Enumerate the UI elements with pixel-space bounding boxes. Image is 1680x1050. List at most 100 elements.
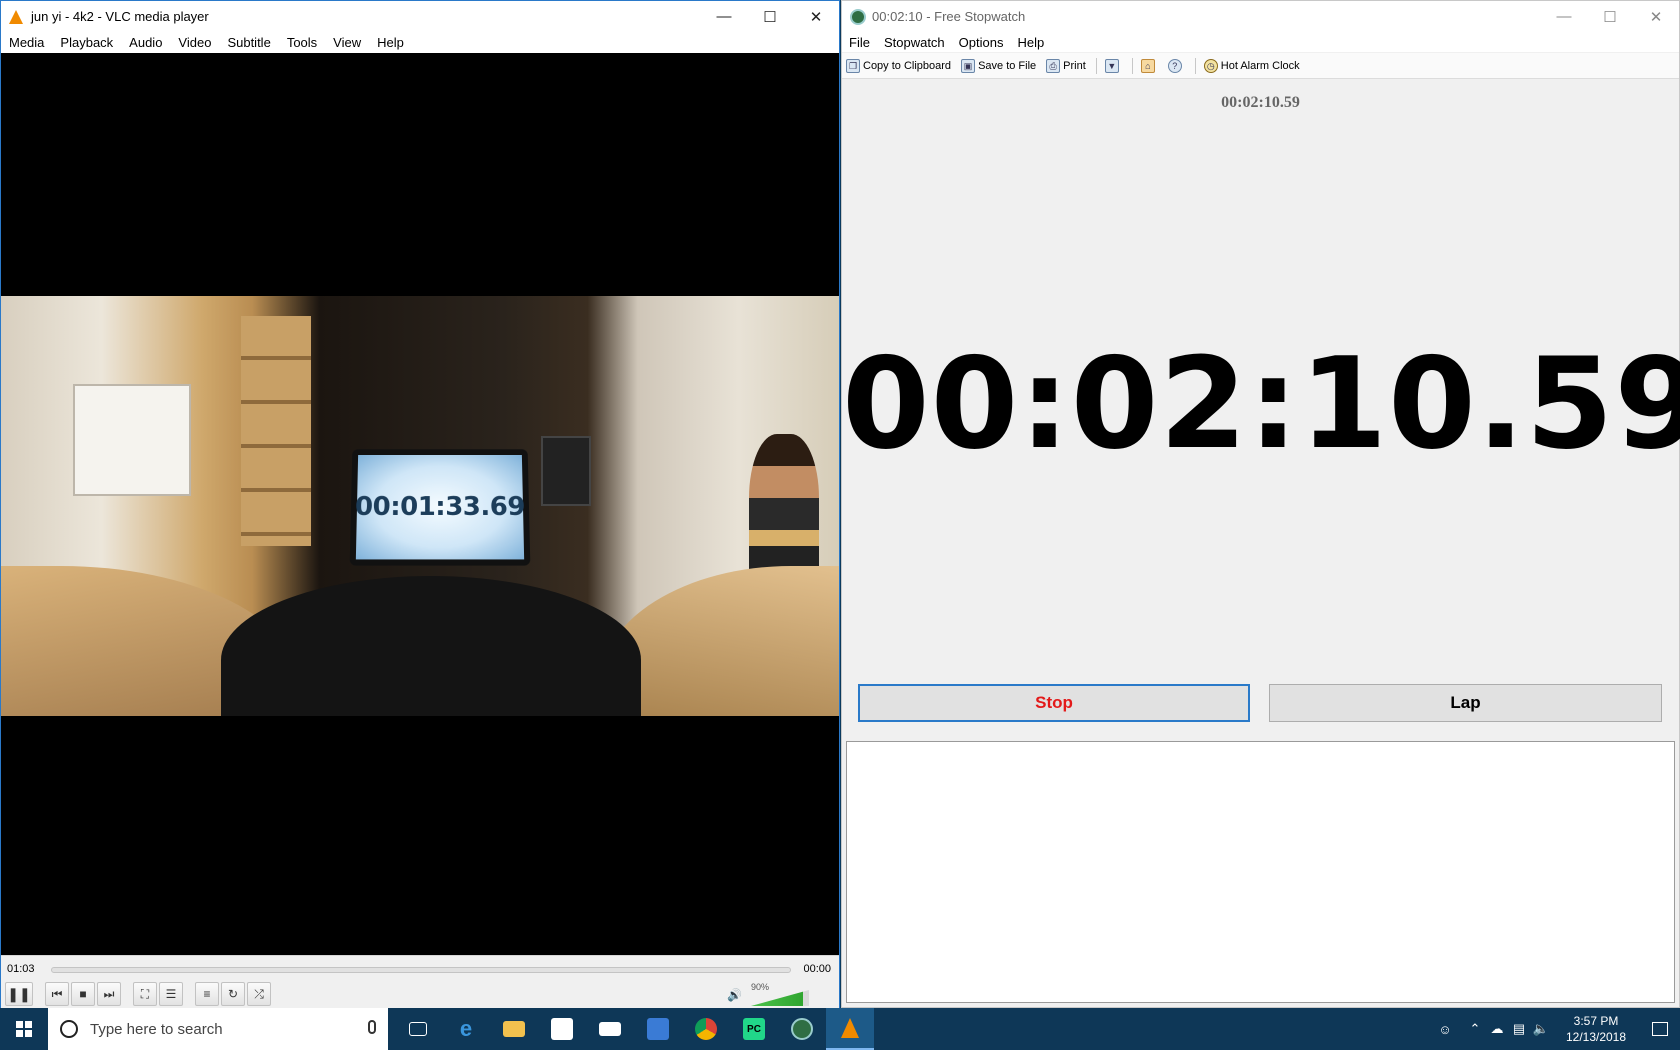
shuffle-button[interactable]: ⤮	[247, 982, 271, 1006]
home-button[interactable]: ⌂	[1140, 58, 1158, 73]
task-view-icon	[409, 1022, 427, 1036]
mail-app[interactable]	[586, 1008, 634, 1050]
small-time-display: 00:02:10.59	[1221, 94, 1300, 111]
sliders-icon: ☰	[165, 987, 177, 1001]
network-icon[interactable]: ▤	[1508, 1021, 1530, 1037]
edge-app[interactable]: e	[442, 1008, 490, 1050]
volume-slider[interactable]	[751, 990, 809, 1006]
pycharm-icon: PC	[743, 1018, 765, 1040]
vlc-title-bar[interactable]: jun yi - 4k2 - VLC media player — ☐ ✕	[1, 1, 839, 32]
stop-button[interactable]: Stop	[858, 684, 1250, 722]
previous-button[interactable]: ⏮	[45, 982, 69, 1006]
lap-button[interactable]: Lap	[1269, 684, 1662, 722]
people-icon[interactable]: ☺	[1434, 1022, 1456, 1037]
menu-options[interactable]: Options	[952, 35, 1011, 50]
playlist-icon: ≡	[203, 987, 211, 1001]
system-tray: ☺ ⌃ ☁ ▤ 🔈 3:57 PM 12/13/2018	[1434, 1008, 1680, 1050]
cortana-icon	[60, 1020, 78, 1038]
microphone-icon[interactable]	[368, 1020, 376, 1034]
video-area[interactable]: 00:01:33.69	[1, 53, 839, 955]
filter-button[interactable]: ▼	[1104, 58, 1122, 73]
big-time-display: 00:02:10.59	[842, 330, 1680, 477]
playback-buttons: ❚❚ ⏮ ■ ⏭ ⛶ ☰ ≡ ↻ ⤮	[5, 982, 273, 1006]
print-icon: ⎙	[1046, 58, 1061, 73]
help-icon: ?	[1167, 58, 1182, 73]
stopwatch-window: 00:02:10 - Free Stopwatch — ☐ ✕ File Sto…	[841, 0, 1680, 1008]
copy-to-clipboard-button[interactable]: ❐ Copy to Clipboard	[846, 58, 952, 73]
seek-bar[interactable]	[51, 967, 791, 973]
file-explorer-app[interactable]	[490, 1008, 538, 1050]
menu-help[interactable]: Help	[1010, 35, 1051, 50]
chrome-icon	[695, 1018, 717, 1040]
loop-button[interactable]: ↻	[221, 982, 245, 1006]
taskbar-clock[interactable]: 3:57 PM 12/13/2018	[1556, 1013, 1636, 1045]
hot-alarm-clock-button[interactable]: ◷ Hot Alarm Clock	[1203, 58, 1300, 73]
volume-control[interactable]: 🔊 90%	[721, 982, 821, 1006]
menu-subtitle[interactable]: Subtitle	[219, 35, 278, 50]
vlc-menu-bar: Media Playback Audio Video Subtitle Tool…	[1, 32, 839, 53]
menu-playback[interactable]: Playback	[52, 35, 121, 50]
pause-button[interactable]: ❚❚	[5, 982, 33, 1006]
toolbar-separator	[1095, 57, 1097, 74]
print-button[interactable]: ⎙ Print	[1046, 58, 1086, 73]
maximize-button[interactable]: ☐	[1587, 1, 1633, 32]
stop-icon: ■	[79, 987, 87, 1001]
copy-label: Copy to Clipboard	[863, 59, 952, 72]
menu-video[interactable]: Video	[170, 35, 219, 50]
fullscreen-button[interactable]: ⛶	[133, 982, 157, 1006]
vlc-controls: 01:03 00:00 ❚❚ ⏮ ■ ⏭ ⛶ ☰ ≡ ↻ ⤮ 🔊 90%	[1, 955, 839, 1009]
stop-button[interactable]: ■	[71, 982, 95, 1006]
pinned-app[interactable]	[634, 1008, 682, 1050]
close-button[interactable]: ✕	[793, 1, 839, 32]
task-view-button[interactable]	[394, 1008, 442, 1050]
speaker-icon: 🔊	[727, 988, 742, 1002]
vlc-window-title: jun yi - 4k2 - VLC media player	[31, 9, 209, 24]
action-center-button[interactable]	[1640, 1008, 1680, 1050]
volume-icon[interactable]: 🔈	[1530, 1021, 1552, 1037]
chrome-app[interactable]	[682, 1008, 730, 1050]
menu-audio[interactable]: Audio	[121, 35, 170, 50]
menu-stopwatch[interactable]: Stopwatch	[877, 35, 952, 50]
loop-icon: ↻	[227, 987, 239, 1001]
extended-settings-button[interactable]: ☰	[159, 982, 183, 1006]
lap-list[interactable]	[846, 741, 1675, 1003]
home-icon: ⌂	[1140, 58, 1155, 73]
minimize-button[interactable]: —	[1541, 1, 1587, 32]
folder-icon	[503, 1021, 525, 1037]
store-app[interactable]	[538, 1008, 586, 1050]
taskbar-search[interactable]: Type here to search	[48, 1008, 388, 1050]
start-button[interactable]	[0, 1008, 48, 1050]
next-button[interactable]: ⏭	[97, 982, 121, 1006]
show-hidden-icons-chevron-icon[interactable]: ⌃	[1464, 1021, 1486, 1037]
save-label: Save to File	[978, 59, 1037, 72]
vlc-app[interactable]	[826, 1008, 874, 1050]
pycharm-app[interactable]: PC	[730, 1008, 778, 1050]
volume-level	[751, 990, 804, 1006]
search-placeholder: Type here to search	[90, 1020, 223, 1038]
toolbar-separator	[1131, 57, 1133, 74]
vlc-window: jun yi - 4k2 - VLC media player — ☐ ✕ Me…	[0, 0, 840, 1009]
onedrive-cloud-icon[interactable]: ☁	[1486, 1021, 1508, 1037]
menu-media[interactable]: Media	[1, 35, 52, 50]
stopwatch-title-bar[interactable]: 00:02:10 - Free Stopwatch — ☐ ✕	[842, 1, 1679, 32]
video-monitor	[541, 436, 591, 506]
save-icon: ▣	[961, 58, 976, 73]
maximize-button[interactable]: ☐	[747, 1, 793, 32]
close-button[interactable]: ✕	[1633, 1, 1679, 32]
shuffle-icon: ⤮	[254, 986, 264, 1001]
stopwatch-menu-bar: File Stopwatch Options Help	[842, 32, 1679, 52]
elapsed-time: 01:03	[7, 963, 35, 975]
menu-view[interactable]: View	[325, 35, 369, 50]
previous-icon: ⏮	[51, 986, 63, 1001]
minimize-button[interactable]: —	[701, 1, 747, 32]
menu-file[interactable]: File	[842, 35, 877, 50]
help-button[interactable]: ?	[1167, 58, 1185, 73]
playlist-button[interactable]: ≡	[195, 982, 219, 1006]
clock-time: 3:57 PM	[1573, 1014, 1619, 1028]
menu-tools[interactable]: Tools	[279, 35, 325, 50]
notification-icon	[1652, 1022, 1668, 1036]
menu-help[interactable]: Help	[369, 35, 412, 50]
save-to-file-button[interactable]: ▣ Save to File	[961, 58, 1037, 73]
stopwatch-app[interactable]	[778, 1008, 826, 1050]
stopwatch-app-icon	[850, 8, 866, 25]
